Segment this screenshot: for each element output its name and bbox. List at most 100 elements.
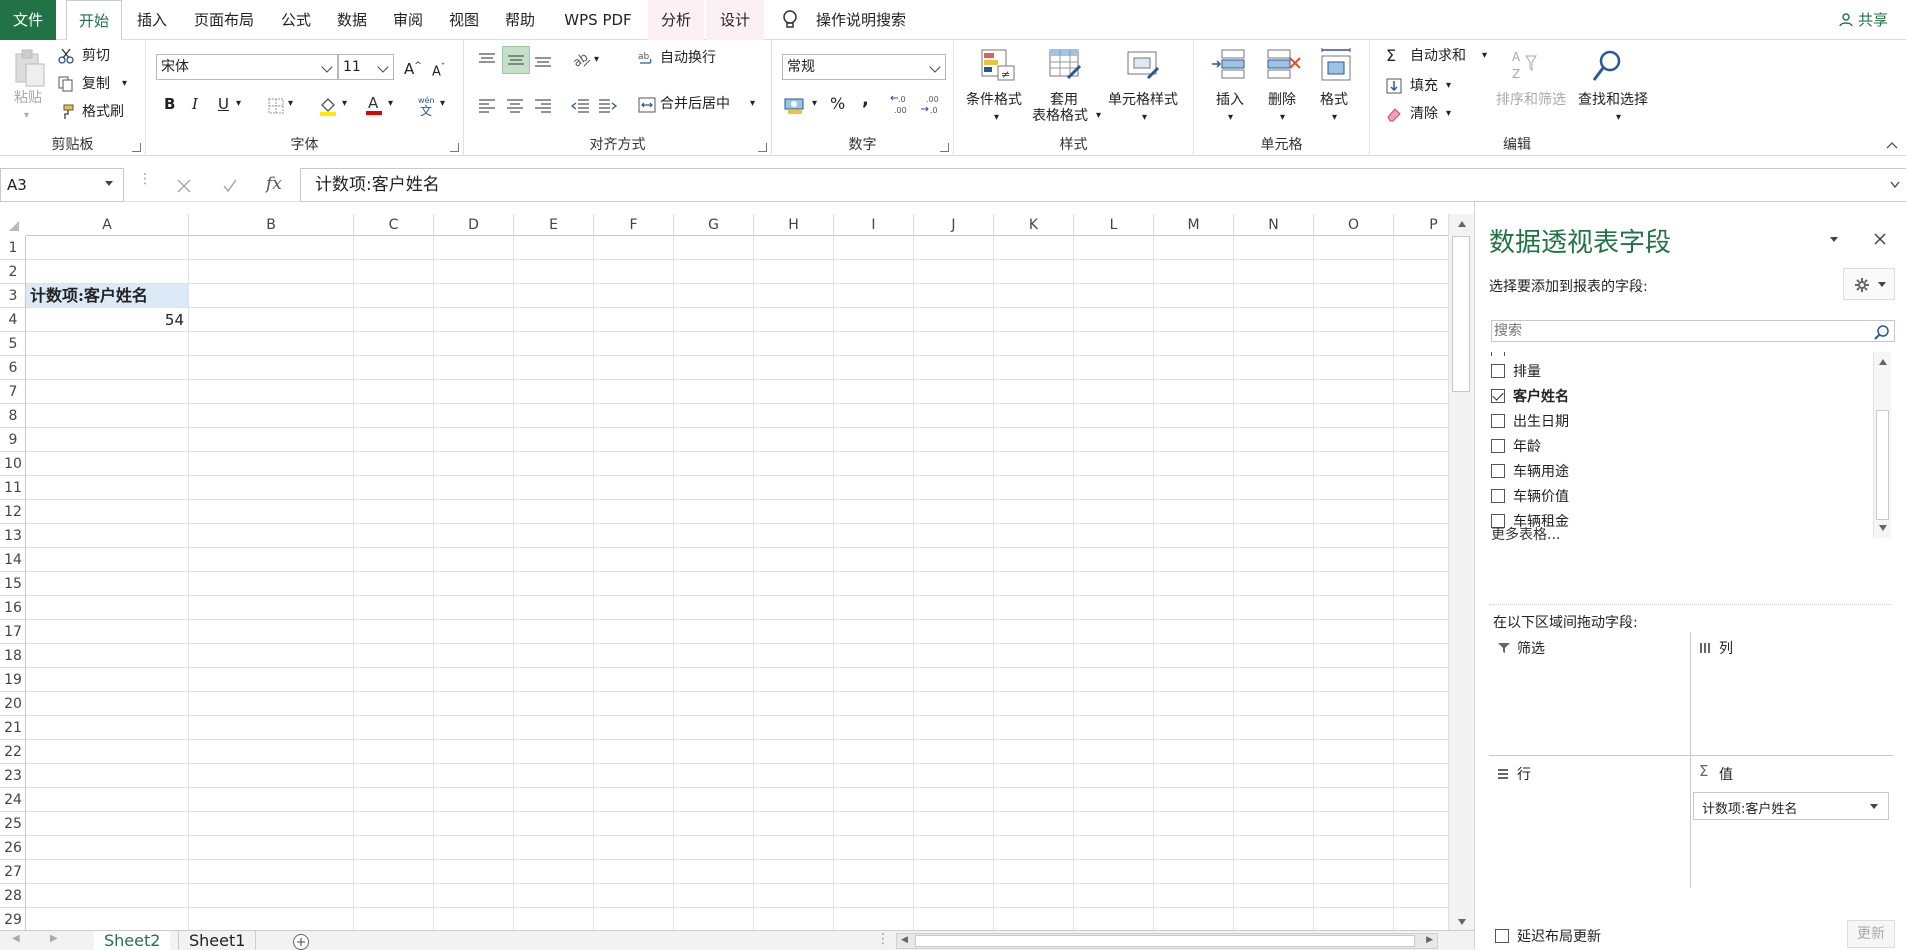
number-format-select[interactable]: 常规 <box>782 54 946 80</box>
field-checkbox[interactable] <box>1491 439 1505 453</box>
increase-font-button[interactable]: A^ <box>404 56 422 79</box>
paste-dropdown-arrow[interactable]: ▾ <box>24 106 29 126</box>
rows-area[interactable]: 行 <box>1489 756 1691 888</box>
update-button[interactable]: 更新 <box>1847 920 1895 948</box>
phonetic-dropdown-arrow[interactable]: ▾ <box>440 94 445 114</box>
comma-button[interactable]: , <box>862 90 869 110</box>
row-header[interactable]: 14 <box>0 548 26 572</box>
decrease-indent-icon[interactable] <box>570 98 590 114</box>
row-header[interactable]: 8 <box>0 404 26 428</box>
column-header[interactable]: H <box>754 214 834 236</box>
conditional-dropdown-arrow[interactable]: ▾ <box>994 108 999 128</box>
row-header[interactable]: 16 <box>0 596 26 620</box>
table-format-dropdown-arrow[interactable]: ▾ <box>1096 106 1101 126</box>
decrease-decimal-icon[interactable]: .00.0 <box>920 94 944 116</box>
tab-help[interactable]: 帮助 <box>500 0 540 40</box>
decrease-font-button[interactable]: Aˇ <box>432 58 445 82</box>
fill-button[interactable]: 填充 <box>1410 76 1438 96</box>
insert-cells-button[interactable]: 插入 <box>1216 90 1244 110</box>
clear-button[interactable]: 清除 <box>1410 104 1438 124</box>
copy-dropdown-arrow[interactable]: ▾ <box>122 74 127 94</box>
row-header[interactable]: 2 <box>0 260 26 284</box>
scroll-down-icon[interactable] <box>1878 524 1888 532</box>
enter-check-icon[interactable] <box>222 178 238 194</box>
tab-analyze[interactable]: 分析 <box>648 0 704 40</box>
row-header[interactable]: 20 <box>0 692 26 716</box>
column-header[interactable]: G <box>674 214 754 236</box>
merge-center-button[interactable]: 合并后居中 <box>660 94 730 114</box>
align-center-icon[interactable] <box>506 98 524 114</box>
clipboard-launcher[interactable] <box>132 143 141 152</box>
column-header[interactable]: M <box>1154 214 1234 236</box>
row-header[interactable]: 18 <box>0 644 26 668</box>
share-button[interactable]: 共享 <box>1839 0 1888 40</box>
row-header[interactable]: 9 <box>0 428 26 452</box>
field-search-input[interactable] <box>1492 321 1862 341</box>
row-header[interactable]: 29 <box>0 908 26 930</box>
font-launcher[interactable] <box>450 143 459 152</box>
cut-button[interactable]: 剪切 <box>82 46 110 66</box>
align-right-icon[interactable] <box>534 98 552 114</box>
align-left-icon[interactable] <box>478 98 496 114</box>
align-bottom-icon[interactable] <box>534 52 552 68</box>
insert-function-button[interactable]: fx <box>266 174 282 194</box>
cell-styles-button[interactable]: 单元格样式 <box>1108 90 1178 110</box>
cell-a4[interactable]: 54 <box>26 308 189 332</box>
column-header[interactable]: C <box>354 214 434 236</box>
orientation-icon[interactable]: ab <box>572 50 592 68</box>
field-list-scrollbar[interactable] <box>1873 352 1891 538</box>
fill-color-icon[interactable] <box>318 96 338 116</box>
column-header[interactable]: P <box>1394 214 1448 236</box>
columns-area[interactable]: 列 <box>1691 632 1893 756</box>
underline-dropdown-arrow[interactable]: ▾ <box>236 94 241 114</box>
cell-a3[interactable]: 计数项:客户姓名 <box>26 284 189 308</box>
field-checkbox[interactable] <box>1491 364 1505 378</box>
column-header[interactable]: A <box>26 214 189 236</box>
format-painter-button[interactable]: 格式刷 <box>82 102 124 122</box>
borders-dropdown-arrow[interactable]: ▾ <box>288 94 293 114</box>
underline-button[interactable]: U <box>218 94 229 114</box>
column-header[interactable]: L <box>1074 214 1154 236</box>
autosum-dropdown-arrow[interactable]: ▾ <box>1482 46 1487 66</box>
bold-button[interactable]: B <box>164 94 175 114</box>
font-name-select[interactable]: 宋体 <box>156 54 338 80</box>
currency-icon[interactable] <box>784 96 806 116</box>
field-row[interactable]: 排量 <box>1491 362 1541 382</box>
worksheet-grid[interactable]: ABCDEFGHIJKLMNOP 1 2 3 4 5 6 7 8 9 10 11 12 13 14 15 16… <box>0 214 1448 930</box>
row-header[interactable]: 13 <box>0 524 26 548</box>
formula-bar-grip[interactable]: ⋮ <box>138 172 152 194</box>
format-as-table-button[interactable]: 表格格式 <box>1032 106 1088 126</box>
fill-color-dropdown-arrow[interactable]: ▾ <box>342 94 347 114</box>
select-all-icon[interactable] <box>8 220 20 232</box>
increase-indent-icon[interactable] <box>598 98 618 114</box>
insert-cells-dropdown-arrow[interactable]: ▾ <box>1228 108 1233 128</box>
sheet-tab-sheet1[interactable]: Sheet1 <box>178 931 257 950</box>
field-checkbox[interactable] <box>1491 352 1505 356</box>
tab-split-grip[interactable]: ⋮ <box>876 931 890 947</box>
row-header[interactable]: 27 <box>0 860 26 884</box>
tab-data[interactable]: 数据 <box>332 0 372 40</box>
format-cells-button[interactable]: 格式 <box>1320 90 1348 110</box>
tab-review[interactable]: 审阅 <box>388 0 428 40</box>
tab-insert[interactable]: 插入 <box>130 0 174 40</box>
orientation-dropdown-arrow[interactable]: ▾ <box>594 50 599 70</box>
tab-view[interactable]: 视图 <box>444 0 484 40</box>
name-box[interactable]: A3 <box>0 168 124 202</box>
field-row[interactable]: 车辆用途 <box>1491 462 1569 482</box>
autosum-button[interactable]: 自动求和 <box>1410 46 1466 66</box>
row-header[interactable]: 4 <box>0 308 26 332</box>
chevron-down-icon[interactable] <box>1870 804 1878 810</box>
row-header[interactable]: 1 <box>0 236 26 260</box>
row-header[interactable]: 5 <box>0 332 26 356</box>
scroll-up-icon[interactable] <box>1457 220 1467 228</box>
field-checkbox[interactable] <box>1491 414 1505 428</box>
row-header[interactable]: 26 <box>0 836 26 860</box>
align-top-icon[interactable] <box>478 52 496 68</box>
column-header[interactable]: O <box>1314 214 1394 236</box>
vertical-scroll-thumb[interactable] <box>1452 236 1470 392</box>
sheet-nav-prev-icon[interactable]: ◀ <box>12 933 20 944</box>
sheet-tab-sheet2[interactable]: Sheet2 <box>94 931 171 950</box>
font-color-dropdown-arrow[interactable]: ▾ <box>388 94 393 114</box>
row-header[interactable]: 6 <box>0 356 26 380</box>
more-tables-link[interactable]: 更多表格... <box>1491 524 1560 544</box>
